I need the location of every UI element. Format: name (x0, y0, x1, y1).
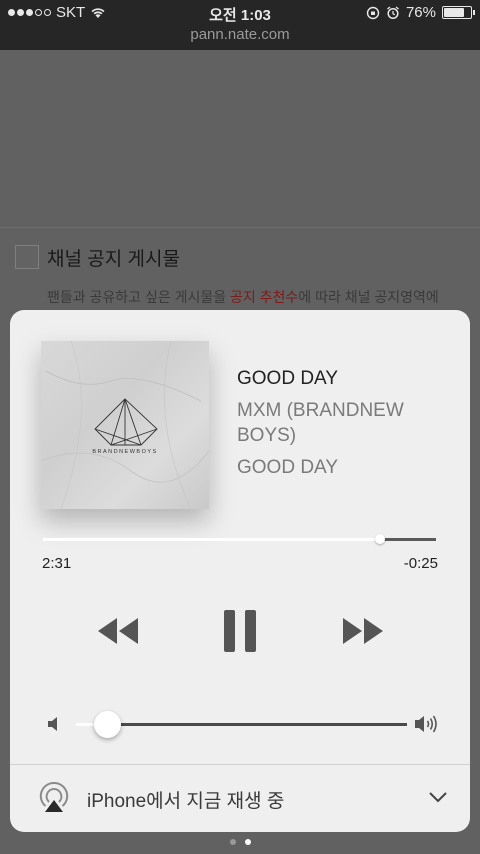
now-playing-panel: BRANDNEWBOYS GOOD DAY MXM (BRANDNEW BOYS… (10, 310, 470, 832)
track-artist: MXM (BRANDNEW BOYS) (237, 400, 404, 446)
volume-high-icon (415, 715, 437, 733)
svg-text:BRANDNEWBOYS: BRANDNEWBOYS (92, 449, 157, 455)
background-divider (0, 227, 480, 228)
track-album: GOOD DAY (237, 457, 338, 478)
page-dot-active (244, 839, 251, 845)
airplay-row[interactable]: iPhone에서 지금 재생 중 (10, 765, 470, 832)
page-indicator (0, 839, 480, 845)
page-dot (229, 839, 236, 845)
alarm-icon (387, 5, 399, 19)
rewind-button[interactable] (96, 616, 140, 646)
diamond-logo-icon: BRANDNEWBOYS (41, 341, 209, 509)
notice-checkbox-label: 채널 공지 게시물 (47, 249, 180, 270)
chevron-down-icon[interactable] (428, 789, 448, 805)
orientation-lock-icon (366, 6, 380, 19)
status-bar: SKT 오전 1:03 76% (0, 0, 480, 26)
address-bar[interactable]: pann.nate.com (0, 26, 480, 50)
volume-knob[interactable] (94, 711, 122, 738)
elapsed-time: 2:31 (42, 555, 72, 572)
battery-percent: 76% (405, 4, 436, 21)
progress-scrubber[interactable] (43, 534, 436, 544)
remaining-time: -0:25 (403, 555, 438, 572)
notice-checkbox[interactable] (15, 245, 39, 269)
fast-forward-button[interactable] (341, 616, 385, 646)
volume-low-icon (48, 717, 57, 731)
battery-icon (442, 6, 475, 19)
pause-button[interactable] (224, 610, 257, 652)
track-title: GOOD DAY (237, 368, 338, 389)
airplay-icon (39, 781, 69, 812)
notice-highlight: 공지 추천수 (230, 289, 299, 305)
volume-slider[interactable] (76, 711, 407, 738)
progress-knob[interactable] (375, 534, 386, 544)
progress-fill (43, 538, 381, 541)
notice-description: 팬들과 공유하고 싶은 게시물을 공지 추천수에 따라 채널 공지영역에 (47, 289, 439, 305)
status-right: 76% (366, 4, 475, 21)
album-artwork: BRANDNEWBOYS (41, 341, 209, 509)
airplay-label: iPhone에서 지금 재생 중 (87, 791, 285, 812)
